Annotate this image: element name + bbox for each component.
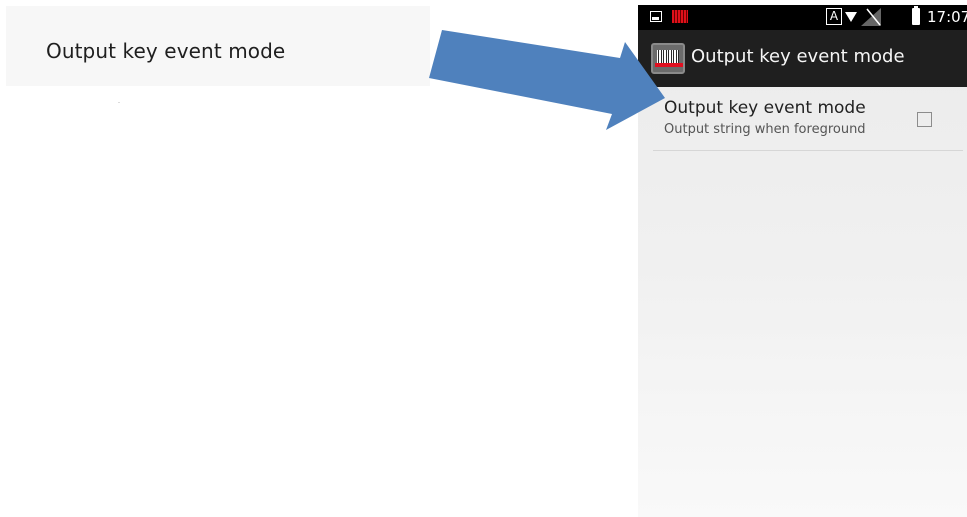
arrow-shape — [429, 30, 665, 130]
callout-label: Output key event mode — [46, 39, 286, 63]
divider-mark — [118, 102, 120, 103]
preference-output-key-event-mode[interactable]: Output key event mode Output string when… — [653, 87, 963, 151]
action-bar: Output key event mode — [638, 30, 967, 87]
preference-title: Output key event mode — [664, 98, 866, 118]
action-bar-title: Output key event mode — [691, 46, 905, 67]
barcode-scanner-icon[interactable] — [651, 43, 685, 74]
page: Output key event mode A 17:07 Output key… — [0, 0, 967, 517]
a-box-icon: A — [826, 8, 842, 25]
status-time: 17:07 — [927, 8, 967, 26]
battery-icon — [912, 6, 920, 25]
phone-screen: A 17:07 Output key event mode Output key… — [638, 5, 967, 517]
image-icon — [650, 11, 662, 22]
signal-icon — [861, 8, 881, 26]
status-bar: A 17:07 — [638, 5, 967, 30]
preference-summary: Output string when foreground — [664, 122, 866, 137]
wifi-icon — [845, 12, 857, 22]
barcode-scanner-icon — [672, 10, 688, 23]
callout-panel: Output key event mode — [6, 6, 430, 86]
preference-checkbox[interactable] — [917, 112, 932, 127]
scanner-laser-line — [655, 63, 683, 67]
